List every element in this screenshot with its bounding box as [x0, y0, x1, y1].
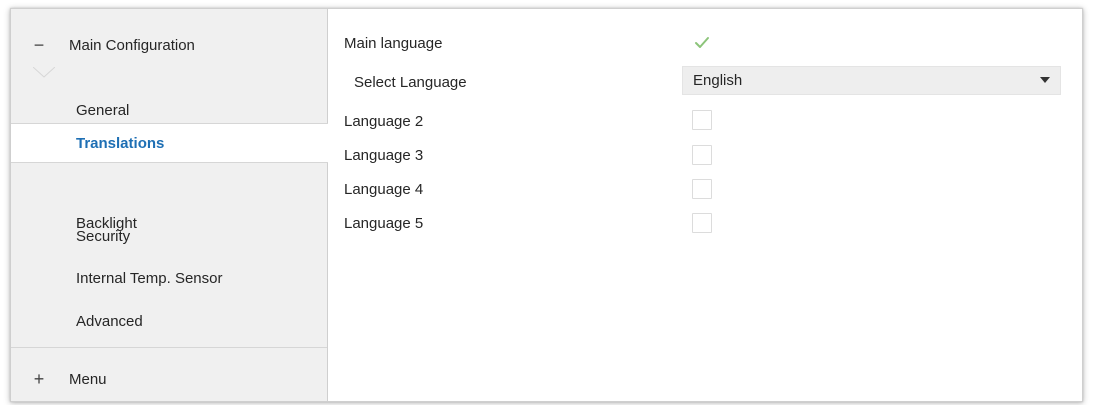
main-language-label: Main language	[344, 35, 443, 52]
language-2-label: Language 2	[344, 113, 424, 130]
sidebar: − Main Configuration General Translation…	[11, 9, 328, 401]
expanded-indicator-icon	[33, 67, 55, 78]
language-3-checkbox[interactable]	[692, 145, 712, 165]
language-5-checkbox[interactable]	[692, 213, 712, 233]
sidebar-item-internal-temp-sensor[interactable]: Internal Temp. Sensor	[11, 258, 328, 298]
group-label-menu: Menu	[69, 370, 107, 388]
language-4-checkbox[interactable]	[692, 179, 712, 199]
sidebar-item-security[interactable]: Security	[11, 216, 328, 256]
group-main-configuration[interactable]: − Main Configuration	[11, 23, 327, 67]
sidebar-item-label: Internal Temp. Sensor	[76, 269, 223, 287]
group-label-main-configuration: Main Configuration	[69, 36, 195, 54]
sidebar-item-translations[interactable]: Translations	[11, 123, 328, 163]
sidebar-item-label: Translations	[76, 134, 165, 152]
collapse-minus-icon[interactable]: −	[31, 35, 47, 56]
language-5-label: Language 5	[344, 215, 424, 232]
main-language-checkbox[interactable]	[692, 33, 712, 53]
language-2-checkbox[interactable]	[692, 110, 712, 130]
sidebar-item-advanced[interactable]: Advanced	[11, 301, 328, 341]
checkmark-icon	[695, 37, 709, 48]
select-language-value: English	[693, 72, 743, 89]
select-language-label: Select Language	[354, 74, 467, 91]
select-language-dropdown[interactable]: English	[682, 66, 1061, 95]
expand-plus-icon[interactable]: +	[31, 369, 47, 390]
chevron-down-icon	[1040, 77, 1050, 83]
configuration-window: − Main Configuration General Translation…	[10, 8, 1083, 402]
group-menu[interactable]: + Menu	[11, 357, 327, 401]
language-4-label: Language 4	[344, 181, 424, 198]
sidebar-divider	[11, 347, 327, 348]
sidebar-item-label: Security	[76, 227, 131, 245]
parameters-panel: Main language Select Language English La…	[328, 9, 1082, 401]
language-3-label: Language 3	[344, 147, 424, 164]
sidebar-item-label: General	[76, 101, 130, 119]
sidebar-item-label: Advanced	[76, 312, 143, 330]
